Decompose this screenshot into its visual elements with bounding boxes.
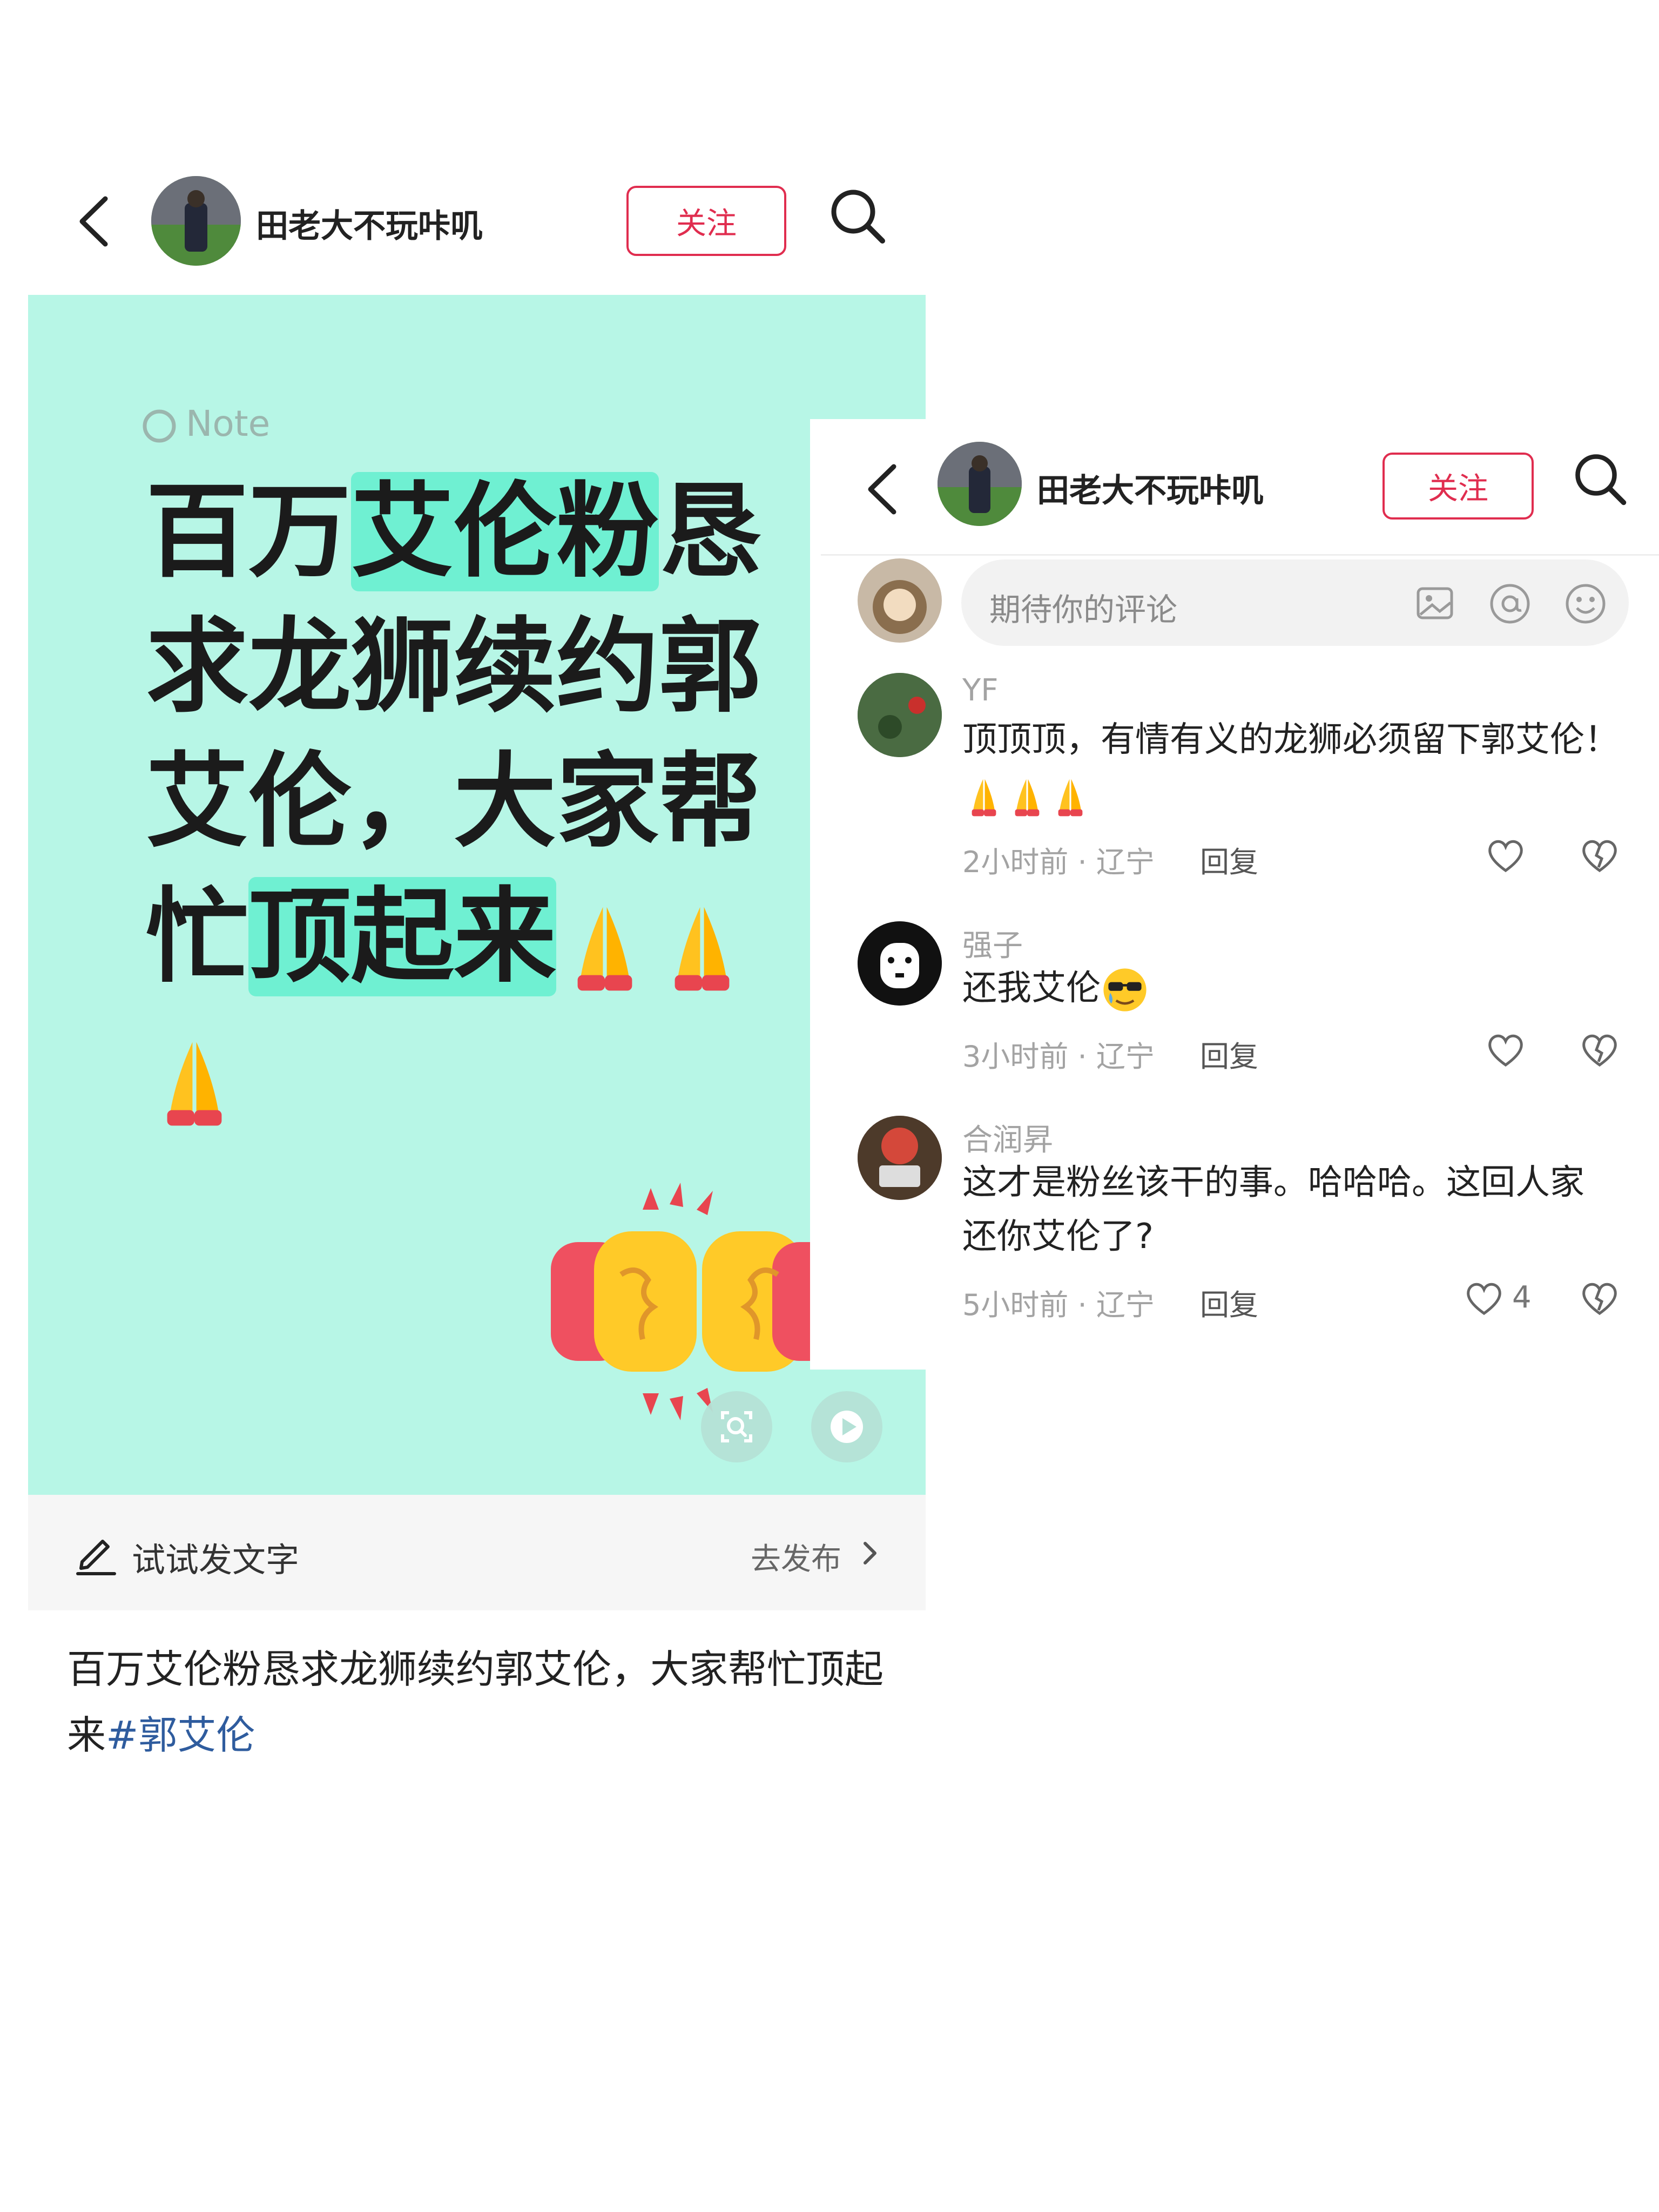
user-avatar[interactable] — [151, 176, 241, 266]
username[interactable]: 田老大不玩咔叽 — [256, 200, 483, 247]
image-icon[interactable] — [1415, 583, 1455, 623]
post-description: 百万艾伦粉恳求龙狮续约郭艾伦，大家帮忙顶起来#郭艾伦 — [67, 1636, 888, 1768]
comments-panel: 田老大不玩咔叽 关注 期待你的评论 YF 顶顶顶，有情有义的龙狮必须留下郭艾伦！… — [810, 419, 1659, 1370]
note-title: 百万艾伦粉恳求龙狮续约郭艾伦，大家帮忙顶起来 — [146, 464, 783, 1139]
comment-item: 强子 还我艾伦 3小时前 · 辽宁 回复 — [810, 921, 1659, 1100]
commenter-name[interactable]: 强子 — [962, 921, 1023, 965]
comment-time: 2小时前 · 辽宁 — [962, 845, 1155, 879]
comment-input[interactable]: 期待你的评论 — [961, 559, 1629, 646]
search-icon[interactable] — [1573, 451, 1629, 508]
back-arrow-icon[interactable] — [76, 194, 113, 248]
follow-button[interactable]: 关注 — [1382, 453, 1534, 520]
like-count: 4 — [1512, 1280, 1532, 1315]
play-icon — [831, 1411, 863, 1443]
comment-body: 还我艾伦 — [962, 968, 1101, 1008]
publish-link[interactable]: 去发布 — [751, 1535, 841, 1579]
commenter-name[interactable]: YF — [962, 673, 998, 708]
comment-body: 顶顶顶，有情有义的龙狮必须留下郭艾伦！ — [962, 720, 1619, 760]
follow-button[interactable]: 关注 — [626, 186, 786, 256]
emoji-icon[interactable] — [1564, 582, 1607, 625]
search-icon[interactable] — [828, 187, 888, 246]
praying-hands-icon — [577, 907, 632, 991]
dislike-heart-icon[interactable] — [1579, 1029, 1620, 1070]
commenter-name[interactable]: 合润昇 — [962, 1116, 1053, 1159]
like-heart-icon[interactable] — [1485, 1029, 1526, 1070]
praying-hands-icon — [675, 907, 730, 991]
reply-button[interactable]: 回复 — [1200, 838, 1258, 881]
dislike-heart-icon[interactable] — [1579, 835, 1620, 876]
comment-item: 合润昇 这才是粉丝该干的事。哈哈哈。这回人家还你艾伦了? 5小时前 · 辽宁 回… — [810, 1116, 1659, 1348]
try-text-label[interactable]: 试试发文字 — [132, 1533, 299, 1581]
praying-hands-icon — [1015, 779, 1040, 817]
like-heart-icon[interactable] — [1485, 835, 1526, 876]
mention-icon[interactable] — [1488, 582, 1532, 625]
chevron-right-icon[interactable] — [860, 1538, 881, 1568]
title-highlight: 顶起来 — [248, 877, 557, 996]
image-search-icon — [721, 1411, 752, 1442]
commenter-avatar[interactable] — [858, 673, 942, 757]
comment-text: 顶顶顶，有情有义的龙狮必须留下郭艾伦！ — [962, 713, 1643, 821]
praying-hands-icon — [972, 779, 996, 817]
comment-text: 这才是粉丝该干的事。哈哈哈。这回人家还你艾伦了? — [962, 1163, 1584, 1257]
play-button[interactable] — [811, 1391, 882, 1462]
note-tag: Note — [186, 403, 271, 444]
username[interactable]: 田老大不玩咔叽 — [1037, 464, 1264, 511]
comment-text: 还我艾伦 — [962, 961, 1643, 1015]
reply-button[interactable]: 回复 — [1200, 1281, 1258, 1324]
like-heart-icon[interactable] — [1464, 1278, 1505, 1319]
comment-time: 3小时前 · 辽宁 — [962, 1040, 1155, 1074]
note-circle-icon — [143, 409, 176, 443]
comment-placeholder: 期待你的评论 — [989, 591, 1178, 628]
image-search-button[interactable] — [701, 1391, 772, 1462]
comment-item: YF 顶顶顶，有情有义的龙狮必须留下郭艾伦！ 2小时前 · 辽宁 回复 — [810, 673, 1659, 889]
header-divider — [821, 554, 1659, 556]
my-avatar — [858, 558, 942, 643]
commenter-avatar[interactable] — [858, 921, 942, 1006]
commenter-avatar[interactable] — [858, 1116, 942, 1200]
title-highlight: 艾伦粉 — [351, 472, 659, 591]
dislike-heart-icon[interactable] — [1579, 1278, 1620, 1319]
praying-hands-icon — [1058, 779, 1083, 817]
title-segment: 百万 — [146, 472, 352, 591]
user-avatar[interactable] — [938, 442, 1022, 526]
back-arrow-icon[interactable] — [864, 462, 902, 516]
hashtag-link[interactable]: #郭艾伦 — [106, 1712, 255, 1758]
try-post-bar[interactable]: 试试发文字 去发布 — [28, 1495, 926, 1610]
praying-hands-icon — [167, 1042, 222, 1126]
reply-button[interactable]: 回复 — [1200, 1033, 1258, 1075]
crying-sunglasses-face-icon — [1103, 968, 1147, 1012]
pencil-icon — [76, 1540, 116, 1575]
comment-time: 5小时前 · 辽宁 — [962, 1288, 1155, 1322]
